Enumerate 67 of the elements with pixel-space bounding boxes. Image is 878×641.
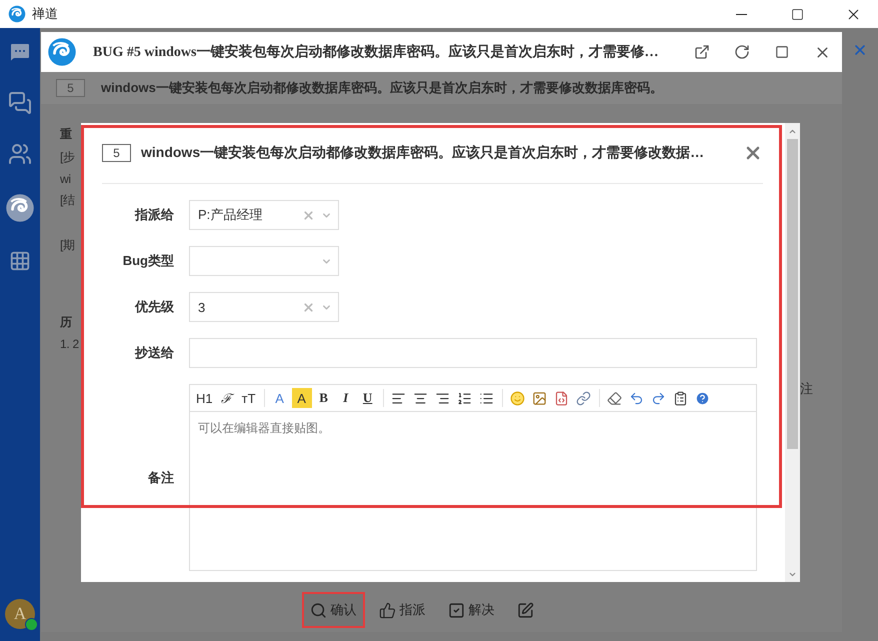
logo-icon [5,193,35,223]
select-field[interactable]: P:产品经理 [189,200,339,230]
refresh-icon [734,44,750,60]
clear-icon [302,300,315,314]
detail-text: wi [60,172,71,186]
scrollbar[interactable] [785,123,800,582]
underline-button[interactable]: U [358,388,378,408]
eraser-icon [607,390,622,406]
conversations-icon[interactable] [8,91,32,115]
search-icon [310,602,326,618]
bug-summary: windows一键安装包每次启动都修改数据库密码。应该只是首次启东时，才需要修改数据库密码。 [101,79,663,97]
detail-text: 重 [60,126,72,143]
id-badge: 5 [102,144,131,162]
align-center-icon [413,390,428,406]
maximize-icon [790,8,804,20]
bug-window-logo [47,37,77,67]
editor-placeholder: 可以在编辑器直接贴图。 [198,421,330,435]
app-logo [8,5,26,23]
code-file-icon [554,390,570,406]
id-badge: 5 [56,79,85,97]
edit-icon [516,602,534,618]
image-icon [532,390,548,406]
input-field[interactable] [189,338,757,368]
numbered-list-icon [457,390,472,406]
window-title: BUG #5 windows一键安装包每次启动都修改数据库密码。应该只是首次启东时，才需要修… [93,43,658,61]
field-label: Bug类型 [122,252,174,270]
detail-text: [结 [60,192,75,209]
field-label: 优先级 [135,298,174,316]
clear-icon [302,208,315,222]
italic-button[interactable]: I [336,388,356,408]
smiley-icon [510,390,526,406]
select-field[interactable] [189,246,339,276]
clipboard-icon [673,390,688,406]
thumbs-up-icon [378,602,396,618]
select-field[interactable]: 3 [189,292,339,322]
detail-text: [步 [60,149,75,166]
checkbox-icon [448,602,464,618]
highlight-button[interactable]: A [292,388,312,408]
detail-text: [期 [60,237,75,254]
resolve-button[interactable]: 解决 [440,592,502,628]
link-icon [576,390,592,406]
help-icon [695,390,710,406]
dialog-title: windows一键安装包每次启动都修改数据库密码。应该只是首次启东时，才需要修改数据… [141,144,704,162]
app-title: 禅道 [32,5,58,23]
bullet-list-icon [479,390,494,406]
field-label: 备注 [148,468,174,486]
bold-button[interactable]: B [314,388,334,408]
detail-text: 1. 2 [60,337,79,351]
close-icon [852,42,868,58]
align-left-icon [391,390,406,406]
detail-text: 注 [800,381,813,396]
font-button[interactable]: ℱ [216,388,237,408]
users-icon[interactable] [8,142,32,166]
font-color-button[interactable]: A [270,388,290,408]
field-label: 指派给 [135,206,174,224]
assign-button[interactable]: 指派 [370,592,434,628]
redo-icon [651,390,666,406]
apps-grid-icon[interactable] [9,250,31,272]
external-link-icon [694,44,710,60]
field-label: 抄送给 [135,344,174,362]
undo-icon [629,390,644,406]
detail-text: 历 [60,314,72,331]
maximize-icon [775,45,789,59]
font-size-button[interactable]: тT [238,388,259,408]
heading-button[interactable]: H1 [194,388,215,408]
align-right-icon [435,390,450,406]
rich-text-editor[interactable]: H1 ℱ тT A A B I U 可以在编辑器直接贴图。 [189,384,757,571]
